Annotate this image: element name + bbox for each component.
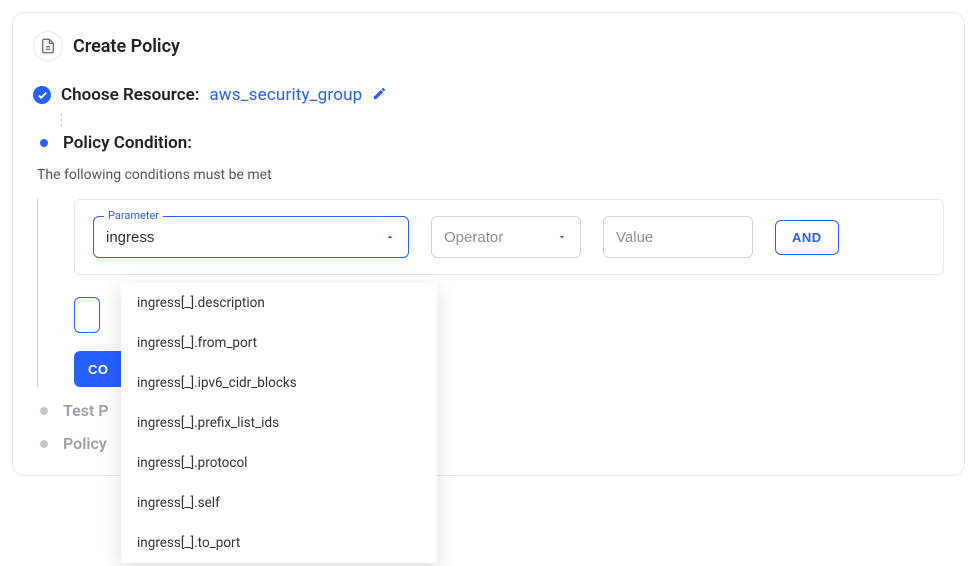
parameter-float-label: Parameter <box>104 209 163 222</box>
dropdown-item[interactable]: ingress[_].description <box>121 283 437 323</box>
dropdown-item[interactable]: ingress[_].to_port <box>121 523 437 563</box>
check-icon <box>33 86 51 104</box>
inactive-dot-icon <box>40 440 48 448</box>
page-title: Create Policy <box>73 36 180 57</box>
connector-line <box>61 113 944 127</box>
step-policy-label: Policy <box>63 434 107 453</box>
dropdown-item[interactable]: ingress[_].prefix_list_ids <box>121 403 437 443</box>
parameter-input[interactable] <box>94 229 384 246</box>
value-input[interactable] <box>604 229 752 246</box>
value-input-wrap <box>603 216 753 258</box>
and-button[interactable]: AND <box>775 220 839 255</box>
chevron-up-icon[interactable] <box>384 231 408 243</box>
choose-resource-row: Choose Resource: aws_security_group <box>33 75 944 113</box>
policy-condition-label: Policy Condition: <box>63 133 192 153</box>
dropdown-item[interactable]: ingress[_].ipv6_cidr_blocks <box>121 363 437 403</box>
card-header: Create Policy <box>13 13 964 75</box>
parameter-select[interactable]: Parameter <box>93 216 409 258</box>
pencil-icon[interactable] <box>372 86 387 105</box>
active-dot-icon <box>40 139 48 147</box>
dropdown-item[interactable]: ingress[_].from_port <box>121 323 437 363</box>
policy-condition-row: Policy Condition: <box>35 127 944 157</box>
chevron-down-icon[interactable] <box>556 231 580 243</box>
step-test-label: Test P <box>63 401 109 420</box>
ghost-button-truncated[interactable] <box>74 297 100 333</box>
resource-value[interactable]: aws_security_group <box>209 85 362 105</box>
condition-subtext: The following conditions must be met <box>33 157 944 199</box>
dropdown-item[interactable]: ingress[_].protocol <box>121 443 437 483</box>
create-policy-card: Create Policy Choose Resource: aws_secur… <box>12 12 965 476</box>
choose-resource-label: Choose Resource: <box>61 85 199 105</box>
operator-select[interactable] <box>431 216 581 258</box>
document-icon <box>33 31 63 61</box>
inactive-dot-icon <box>40 407 48 415</box>
operator-input[interactable] <box>432 229 556 246</box>
condition-row: Parameter AND <box>74 199 944 275</box>
parameter-dropdown[interactable]: ingress[_].descriptioningress[_].from_po… <box>121 283 437 563</box>
dropdown-item[interactable]: ingress[_].self <box>121 483 437 523</box>
